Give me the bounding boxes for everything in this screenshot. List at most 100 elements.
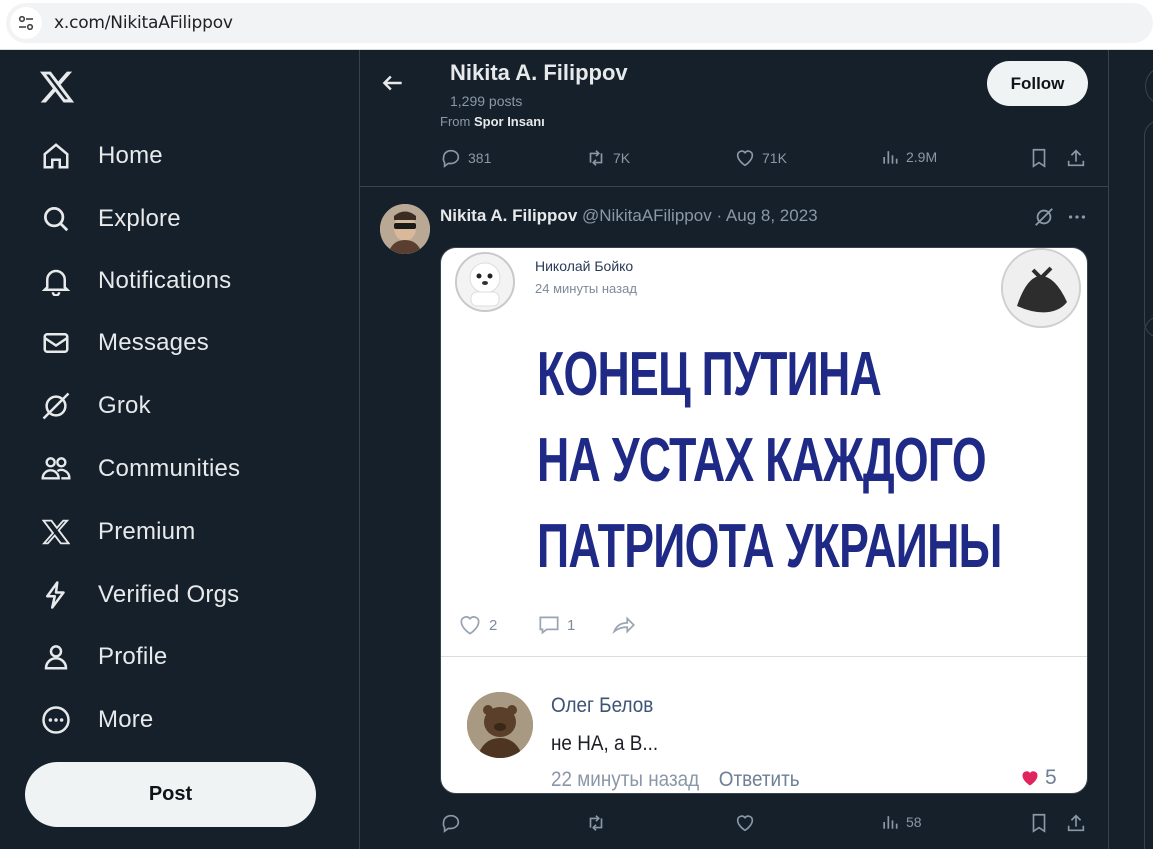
- poster-line-3: ПАТРИОТА УКРАИНЫ: [537, 512, 1002, 581]
- nav-label-messages: Messages: [98, 329, 209, 356]
- nav-label-more: More: [98, 706, 154, 733]
- source-attribution: From Spor Insanı: [440, 114, 545, 129]
- more-options-icon[interactable]: [1065, 206, 1089, 230]
- tweet-actions: 58: [360, 810, 1109, 840]
- comment-outline-icon: [539, 616, 559, 635]
- post-button[interactable]: Post: [25, 762, 316, 827]
- people-icon: [40, 453, 72, 485]
- views-icon: [883, 816, 898, 829]
- poster-line-1: КОНЕЦ ПУТИНА: [537, 340, 882, 409]
- share-icon: [1067, 814, 1085, 832]
- address-bar[interactable]: x.com/NikitaAFilippov: [6, 3, 1153, 43]
- tweet-handle[interactable]: @NikitaAFilippov: [582, 206, 712, 225]
- nav-label-explore: Explore: [98, 205, 181, 232]
- nav-premium[interactable]: Premium: [40, 512, 195, 552]
- comment-like: 5: [1019, 766, 1057, 790]
- nav-label-verified-orgs: Verified Orgs: [98, 581, 240, 608]
- like-button[interactable]: 71K: [734, 147, 787, 169]
- comment-text: не НА, а В...: [551, 732, 659, 755]
- nav-grok[interactable]: Grok: [40, 386, 151, 426]
- share-button[interactable]: [1065, 147, 1087, 169]
- repost-icon: [589, 815, 603, 831]
- comment-like-count: 5: [1045, 766, 1057, 789]
- tweet-like-button[interactable]: [734, 812, 756, 834]
- url-text[interactable]: x.com/NikitaAFilippov: [54, 13, 233, 33]
- nav-notifications[interactable]: Notifications: [40, 261, 231, 301]
- tweet-views-count: 58: [906, 814, 922, 830]
- tweet-header: Nikita A. Filippov @NikitaAFilippov · Au…: [440, 206, 818, 226]
- profile-header: Nikita A. Filippov 1,299 posts Follow Fr…: [360, 50, 1109, 130]
- tweet-bookmark-button[interactable]: [1028, 812, 1050, 834]
- tweet-share-button[interactable]: [1065, 812, 1087, 834]
- main-column: Nikita A. Filippov 1,299 posts Follow Fr…: [360, 50, 1109, 849]
- nav-label-home: Home: [98, 142, 163, 169]
- tweet-date[interactable]: Aug 8, 2023: [726, 206, 818, 225]
- heart-filled-icon: [1022, 771, 1038, 786]
- bookmark-icon: [1032, 148, 1046, 168]
- x-icon: [40, 516, 72, 548]
- reply-icon: [442, 814, 460, 833]
- right-column-panel: [1144, 120, 1153, 338]
- views-button[interactable]: 2.9M: [880, 147, 937, 167]
- nav-label-communities: Communities: [98, 455, 241, 482]
- site-info-icon[interactable]: [10, 7, 42, 39]
- views-count: 2.9M: [906, 149, 938, 165]
- tweet-views-button[interactable]: 58: [880, 812, 922, 832]
- nav-profile[interactable]: Profile: [40, 637, 167, 677]
- repost-count: 7K: [613, 150, 631, 166]
- bookmark-button[interactable]: [1028, 147, 1050, 169]
- views-icon: [883, 151, 898, 164]
- poster-like-reaction: 2: [455, 612, 497, 638]
- source-link[interactable]: Spor Insanı: [474, 114, 545, 129]
- profile-name: Nikita A. Filippov: [450, 60, 628, 85]
- reply-count: 381: [468, 150, 492, 166]
- reply-icon: [442, 149, 460, 168]
- right-column-panel-2: [1144, 316, 1153, 849]
- poster-time: 24 минуты назад: [535, 281, 637, 296]
- comment-reply-link: Ответить: [718, 768, 800, 791]
- comment-meta: 22 минуты назад Ответить: [551, 768, 800, 792]
- right-column: [1110, 50, 1153, 849]
- back-arrow-icon[interactable]: [380, 70, 408, 98]
- tweet-media-image[interactable]: Николай Бойко 24 минуты назад КОНЕЦ ПУТИ…: [440, 247, 1088, 794]
- comment-time: 22 минуты назад: [551, 768, 700, 791]
- grok-explain-icon[interactable]: [1033, 206, 1057, 230]
- right-column-button[interactable]: [1145, 66, 1153, 106]
- poster-line-2: НА УСТАХ КАЖДОГО: [537, 426, 987, 495]
- poster-separator: [441, 656, 1087, 657]
- reply-button[interactable]: 381: [440, 147, 491, 169]
- share-icon: [1067, 149, 1085, 167]
- tweet-repost-button[interactable]: [585, 812, 607, 834]
- share-arrow-icon: [612, 616, 635, 635]
- heart-icon: [736, 150, 754, 167]
- x-logo-icon[interactable]: [38, 68, 76, 106]
- browser-bar: x.com/NikitaAFilippov: [0, 0, 1153, 50]
- commenter-avatar: [467, 692, 533, 758]
- prev-tweet-actions: 381 7K 71K 2.9M: [360, 145, 1109, 175]
- nav-label-premium: Premium: [98, 518, 196, 545]
- nav-verified-orgs[interactable]: Verified Orgs: [40, 575, 239, 615]
- like-count: 71K: [762, 150, 787, 166]
- follow-button[interactable]: Follow: [987, 61, 1088, 106]
- nav-communities[interactable]: Communities: [40, 449, 240, 489]
- lightning-icon: [40, 579, 72, 611]
- nav-label-grok: Grok: [98, 392, 151, 419]
- sidebar: Home Explore Notifications Messages Grok…: [0, 50, 360, 849]
- heart-icon: [736, 815, 754, 832]
- author-avatar[interactable]: [380, 204, 430, 254]
- tweet-author-name[interactable]: Nikita A. Filippov: [440, 206, 577, 225]
- repost-button[interactable]: 7K: [585, 147, 630, 169]
- nav-label-notifications: Notifications: [98, 267, 232, 294]
- nav-messages[interactable]: Messages: [40, 323, 209, 363]
- tweet-reply-button[interactable]: [440, 812, 462, 834]
- nav-home[interactable]: Home: [40, 136, 163, 176]
- nav-more[interactable]: More: [40, 700, 153, 740]
- nav-explore[interactable]: Explore: [40, 199, 181, 239]
- group-avatar: [1001, 248, 1081, 328]
- search-icon: [40, 203, 72, 235]
- source-prefix: From: [440, 114, 471, 129]
- more-circle-icon: [40, 704, 72, 736]
- tweet-separator: ·: [716, 206, 723, 225]
- repost-icon: [589, 150, 603, 166]
- nav-label-profile: Profile: [98, 643, 168, 670]
